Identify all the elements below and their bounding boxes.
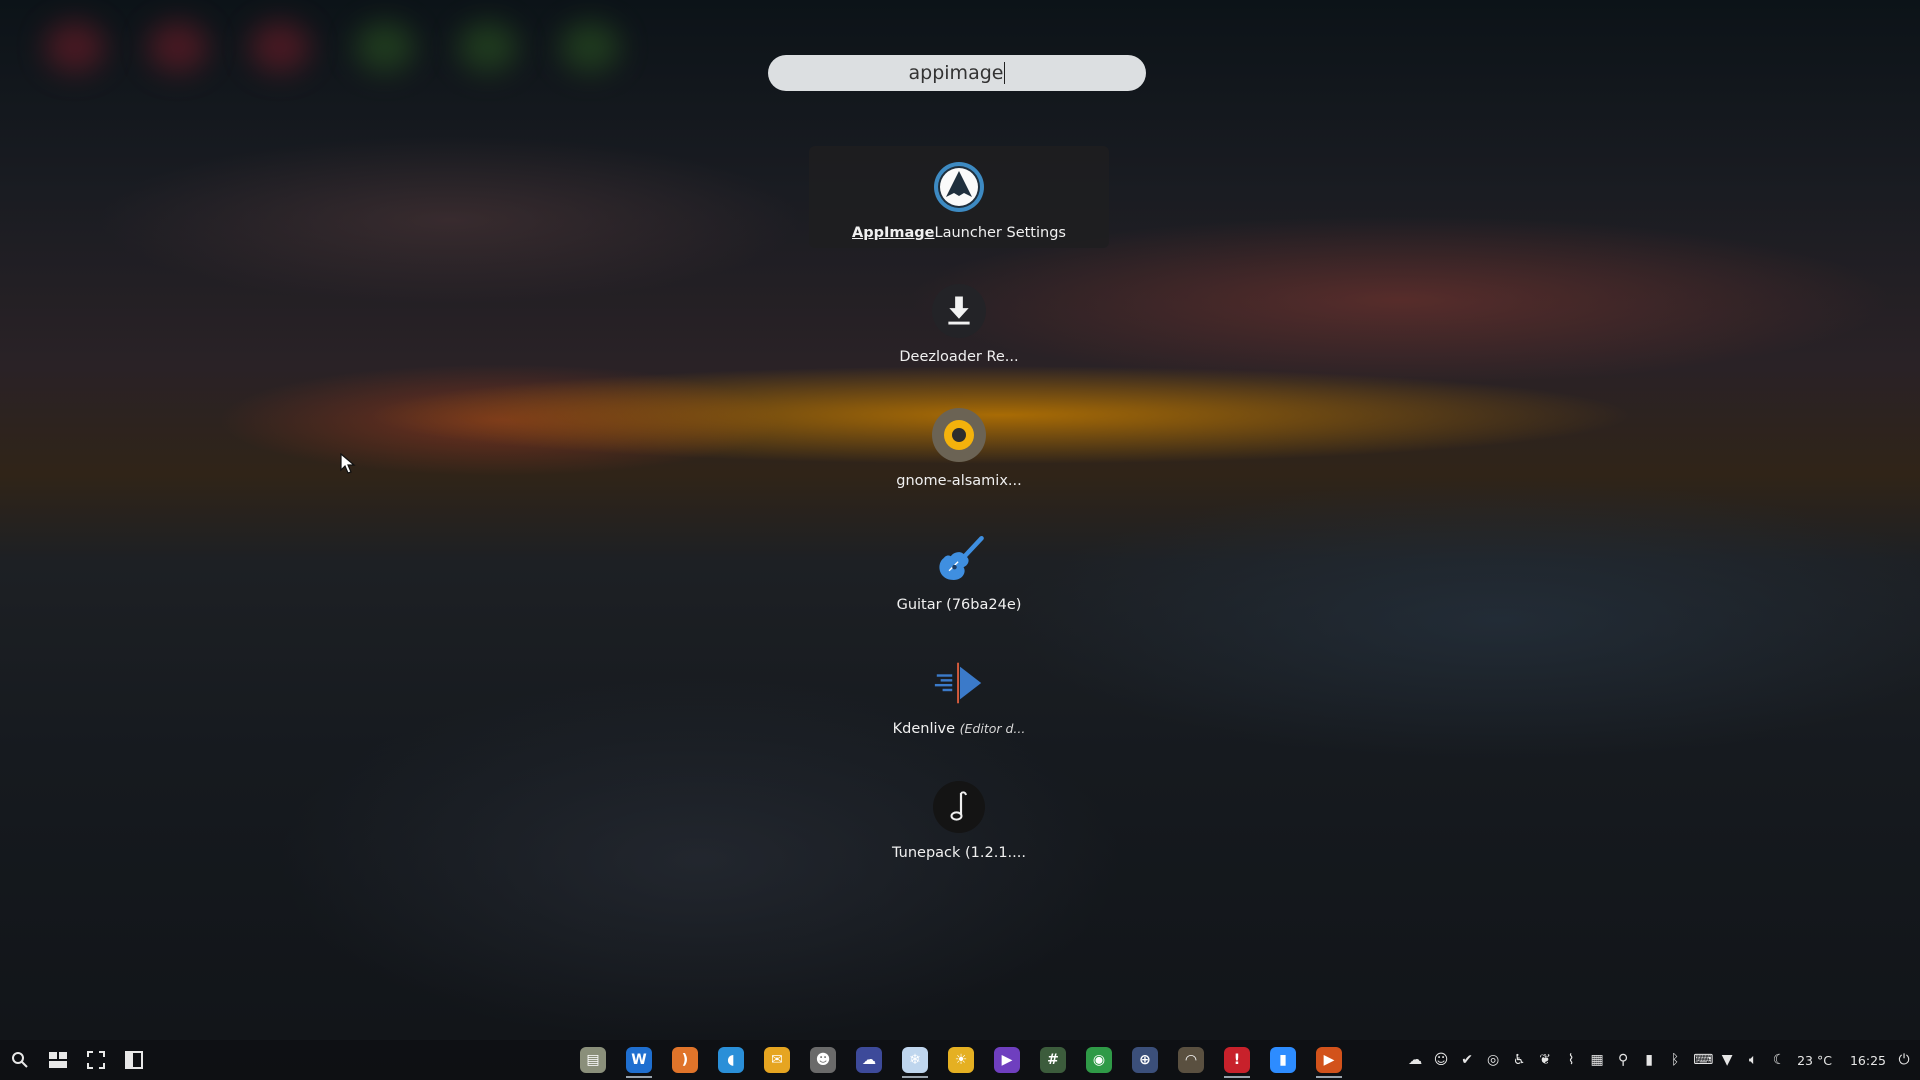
taskbar-app-cloud[interactable]: ☁ — [846, 1040, 892, 1080]
taskbar-app-calculator[interactable]: # — [1030, 1040, 1076, 1080]
clip-icon[interactable]: ⌇ — [1563, 1052, 1579, 1068]
calculator-icon: # — [1040, 1047, 1066, 1073]
gimp-icon: ◠ — [1178, 1047, 1204, 1073]
taskbar-app-app-orange[interactable]: ▶ — [1306, 1040, 1352, 1080]
taskbar-app-chat[interactable]: ◖ — [708, 1040, 754, 1080]
search-query: appimage — [908, 62, 1004, 84]
taskbar-app-snowflake[interactable]: ❄ — [892, 1040, 938, 1080]
result-label: Guitar (76ba24e) — [896, 597, 1022, 613]
sync-icon[interactable]: ◎ — [1485, 1052, 1501, 1068]
taskbar-app-globe[interactable]: ⊕ — [1122, 1040, 1168, 1080]
wifi-icon[interactable]: ▼ — [1719, 1052, 1735, 1068]
video-icon: ▶ — [994, 1047, 1020, 1073]
text-caret — [1004, 62, 1006, 84]
result-label: AppImageLauncher Settings — [852, 225, 1066, 241]
taskbar-app-rss[interactable]: ) — [662, 1040, 708, 1080]
result-appimagelauncher-settings[interactable]: AppImageLauncher Settings — [809, 146, 1109, 248]
search-results: AppImageLauncher Settings Deezloader Re.… — [809, 146, 1109, 890]
appimage-launcher-icon — [931, 159, 987, 215]
result-label: Deezloader Re... — [899, 349, 1019, 365]
mouse-pointer-icon — [340, 452, 356, 479]
taskbar-app-gnu[interactable]: ☻ — [800, 1040, 846, 1080]
weather-temp[interactable]: 23 °C — [1797, 1053, 1832, 1068]
taskbar-app-zoom[interactable]: ▮ — [1260, 1040, 1306, 1080]
result-label: Kdenlive (Editor d... — [892, 721, 1026, 737]
download-icon — [931, 283, 987, 339]
battery-icon[interactable]: ▮ — [1641, 1052, 1657, 1068]
taskbar-app-mail[interactable]: ✉ — [754, 1040, 800, 1080]
rss-icon: ) — [672, 1047, 698, 1073]
bluetooth-icon[interactable]: ᛒ — [1667, 1052, 1683, 1068]
cloud-icon: ☁ — [856, 1047, 882, 1073]
moon-icon[interactable]: ☾ — [1771, 1052, 1787, 1068]
result-deezloader[interactable]: Deezloader Re... — [809, 270, 1109, 372]
taskbar-app-app-red[interactable]: ! — [1214, 1040, 1260, 1080]
check-icon[interactable]: ✔ — [1459, 1052, 1475, 1068]
volume-icon[interactable]: 🔈︎ — [1745, 1052, 1761, 1068]
taskbar-app-files[interactable]: ▤ — [570, 1040, 616, 1080]
app-red-icon: ! — [1224, 1047, 1250, 1073]
fullscreen-icon[interactable] — [86, 1050, 106, 1070]
result-tunepack[interactable]: Tunepack (1.2.1.... — [809, 766, 1109, 868]
app-orange-icon: ▶ — [1316, 1047, 1342, 1073]
taskbar-left-controls — [10, 1050, 144, 1070]
search-icon[interactable] — [10, 1050, 30, 1070]
zoom-icon: ▮ — [1270, 1047, 1296, 1073]
weather-icon: ☀ — [948, 1047, 974, 1073]
taskbar-app-gimp[interactable]: ◠ — [1168, 1040, 1214, 1080]
kdenlive-icon — [931, 655, 987, 711]
chat-icon: ◖ — [718, 1047, 744, 1073]
search-input[interactable]: appimage — [768, 55, 1146, 91]
system-tray: ☁ ☺ ✔ ◎ ♿ ❦ ⌇ ▦ ⚲ ▮ ᛒ ⌨ ▼ 🔈︎ ☾ 23 °C 16:… — [1407, 1040, 1920, 1080]
globe-icon: ⊕ — [1132, 1047, 1158, 1073]
panel-icon[interactable] — [124, 1050, 144, 1070]
taskbar-app-writer[interactable]: W — [616, 1040, 662, 1080]
mail-icon: ✉ — [764, 1047, 790, 1073]
taskbar-app-list: ▤ W) ◖ ✉ ☻ ☁ ❄ ☀ ▶ # ◉ ⊕ ◠! ▮ ▶ — [570, 1040, 1352, 1080]
power-icon[interactable]: ⏻ — [1896, 1052, 1912, 1068]
result-label: gnome-alsamix... — [896, 473, 1022, 489]
discord-icon[interactable]: ☺ — [1433, 1052, 1449, 1068]
clock[interactable]: 16:25 — [1850, 1053, 1886, 1068]
keyboard-icon[interactable]: ⌨ — [1693, 1052, 1713, 1068]
files-icon: ▤ — [580, 1047, 606, 1073]
result-gnome-alsamixer[interactable]: gnome-alsamix... — [809, 394, 1109, 496]
writer-icon: W — [626, 1047, 652, 1073]
result-guitar[interactable]: Guitar (76ba24e) — [809, 518, 1109, 620]
windows-icon[interactable] — [48, 1050, 68, 1070]
result-kdenlive[interactable]: Kdenlive (Editor d... — [809, 642, 1109, 744]
taskbar-app-weather[interactable]: ☀ — [938, 1040, 984, 1080]
notification-icon[interactable]: ☁ — [1407, 1052, 1423, 1068]
browser-icon: ◉ — [1086, 1047, 1112, 1073]
location-icon[interactable]: ⚲ — [1615, 1052, 1631, 1068]
taskbar-app-video[interactable]: ▶ — [984, 1040, 1030, 1080]
taskbar-app-browser[interactable]: ◉ — [1076, 1040, 1122, 1080]
grid-icon[interactable]: ▦ — [1589, 1052, 1605, 1068]
snowflake-icon: ❄ — [902, 1047, 928, 1073]
alsamixer-icon — [931, 407, 987, 463]
gnu-icon: ☻ — [810, 1047, 836, 1073]
guitar-icon — [931, 531, 987, 587]
leaf-icon[interactable]: ❦ — [1537, 1052, 1553, 1068]
taskbar: ▤ W) ◖ ✉ ☻ ☁ ❄ ☀ ▶ # ◉ ⊕ ◠! ▮ ▶ ☁ ☺ ✔ ◎ ♿ ❦ ⌇ ▦ ⚲ ▮ ᛒ … — [0, 1040, 1920, 1080]
accessibility-icon[interactable]: ♿ — [1511, 1052, 1527, 1068]
result-label: Tunepack (1.2.1.... — [891, 845, 1026, 861]
music-note-icon — [931, 779, 987, 835]
